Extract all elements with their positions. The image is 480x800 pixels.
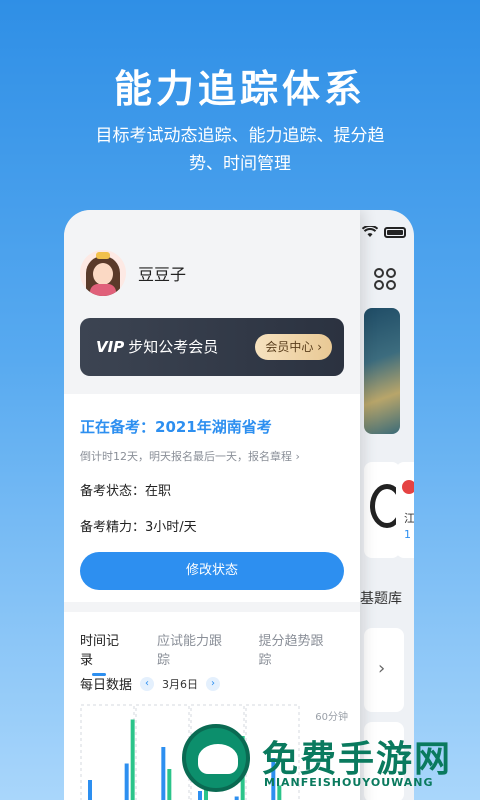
tab-time-record[interactable]: 时间记录 (80, 630, 129, 676)
vip-title: 步知公考会员 (128, 338, 219, 356)
chart-bar (88, 780, 92, 800)
section-label: 基题库 (360, 591, 402, 607)
modify-status-button[interactable]: 修改状态 (80, 552, 344, 590)
vip-label: VIP 步知公考会员 (96, 336, 218, 357)
phone-frame: 江 1 基题库 › 豆豆子 VIP 步知公考会员 会员中心 › 正在备考：2021… (64, 210, 414, 800)
list-item[interactable]: › (364, 628, 404, 712)
vip-badge: VIP (96, 338, 125, 356)
chart-bar (124, 763, 129, 800)
watermark: 免费手游网 MIANFEISHOUYOUWANG (182, 718, 480, 800)
watermark-logo-icon (182, 724, 250, 792)
background-page: 江 1 基题库 › (360, 210, 414, 800)
chevron-right-icon: › (378, 658, 386, 679)
countdown-hint[interactable]: 倒计时12天，明天报名最后一天，报名章程 › (80, 448, 300, 464)
vip-card[interactable]: VIP 步知公考会员 会员中心 › (80, 318, 344, 376)
profile-header[interactable]: 豆豆子 (80, 250, 186, 296)
chart-bar (161, 747, 166, 800)
member-center-button[interactable]: 会员中心 › (255, 334, 332, 360)
daily-data-header: 每日数据 ‹ 3月6日 › (80, 674, 228, 693)
hero-subtitle: 目标考试动态追踪、能力追踪、提分趋势、时间管理 (95, 126, 385, 174)
avatar[interactable] (80, 250, 126, 296)
next-date-button[interactable]: › (206, 676, 221, 691)
course-card[interactable] (364, 462, 404, 558)
target-exam[interactable]: 正在备考：2021年湖南省考 (80, 416, 272, 437)
course-card[interactable]: 江 1 (396, 462, 414, 558)
prev-date-button[interactable]: ‹ (140, 676, 155, 691)
prep-status: 备考状态：在职 (80, 484, 172, 499)
prep-energy: 备考精力：3小时/天 (80, 520, 197, 535)
tab-bar: 时间记录 应试能力跟踪 提分趋势跟踪 (80, 630, 360, 676)
daily-data-label: 每日数据 (80, 678, 133, 693)
hero-title: 能力追踪体系 (113, 67, 366, 111)
chart-bar (167, 769, 172, 800)
tab-score-trend[interactable]: 提分趋势跟踪 (259, 630, 333, 668)
banner-image[interactable] (364, 308, 400, 434)
watermark-text: 免费手游网 (262, 739, 453, 780)
username: 豆豆子 (138, 265, 187, 284)
watermark-subtext: MIANFEISHOUYOUWANG (264, 776, 434, 789)
drawer-panel: 豆豆子 VIP 步知公考会员 会员中心 › 正在备考：2021年湖南省考 倒计时1… (64, 210, 360, 800)
grid-icon[interactable] (374, 268, 396, 296)
chart-bar (130, 719, 135, 800)
date-label: 3月6日 (162, 677, 199, 691)
exam-prep-card: 正在备考：2021年湖南省考 倒计时12天，明天报名最后一天，报名章程 › 备考… (64, 394, 360, 602)
tab-ability-tracking[interactable]: 应试能力跟踪 (157, 630, 231, 668)
